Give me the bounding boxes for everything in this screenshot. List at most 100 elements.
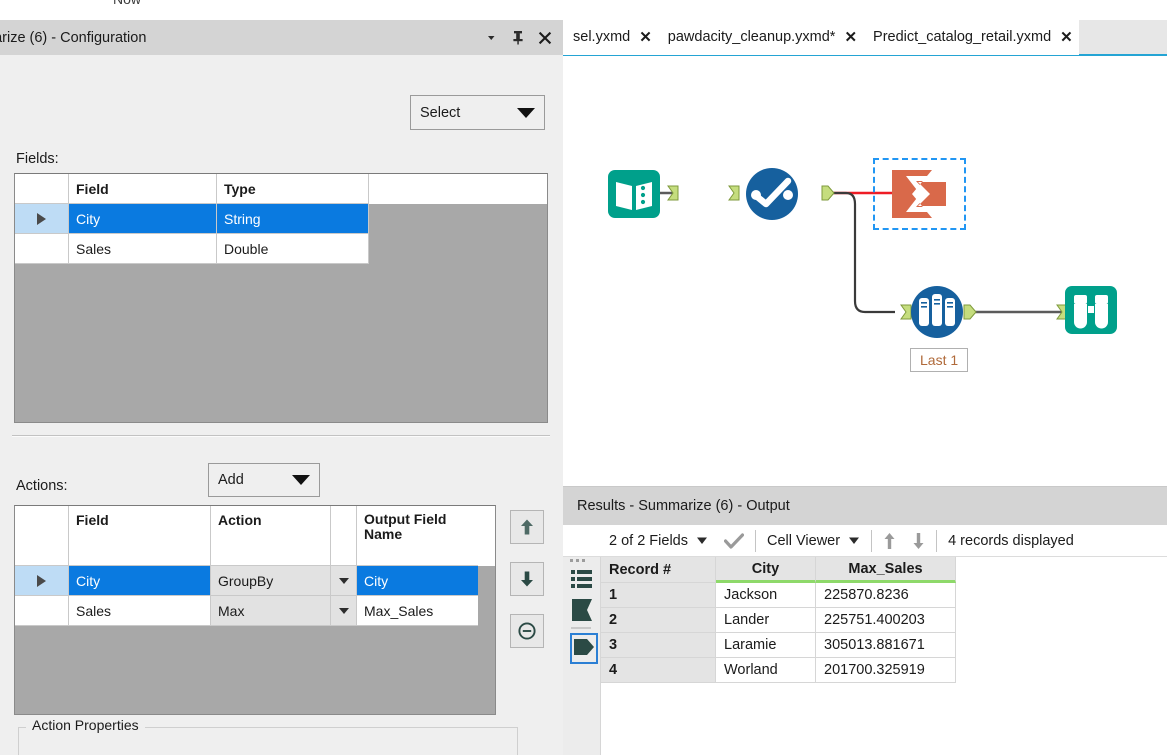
chevron-down-icon [338, 577, 349, 584]
configuration-panel: marize (6) - Configuration [0, 20, 563, 755]
fields-selector[interactable]: 2 of 2 Fields [601, 533, 716, 549]
actions-cell-output[interactable]: City [357, 566, 478, 596]
actions-cell-output[interactable]: Max_Sales [357, 596, 478, 626]
cell-record: 3 [601, 633, 716, 658]
results-col-max-sales[interactable]: Max_Sales [816, 557, 956, 583]
fields-col-type[interactable]: Type [217, 174, 369, 204]
tab-label: Predict_catalog_retail.yxmd [873, 29, 1052, 45]
row-selector-marker[interactable] [15, 566, 69, 596]
row-arrow-icon [37, 574, 46, 587]
fields-selector-label: 2 of 2 Fields [609, 532, 688, 549]
select-dropdown[interactable]: Select [410, 95, 545, 130]
results-col-city[interactable]: City [716, 557, 816, 583]
viewer-mode-selector[interactable]: Cell Viewer [759, 533, 868, 549]
drag-handle-dots [570, 559, 592, 564]
toolbar-separator [871, 529, 873, 552]
fields-grid[interactable]: Field Type City String Sales Double [14, 173, 548, 423]
toolbar-separator [755, 529, 756, 552]
actions-grid[interactable]: Field Action Output Field Name City Grou… [14, 505, 496, 715]
row-selector-marker[interactable] [15, 204, 69, 234]
chevron-down-icon [696, 533, 708, 549]
table-row[interactable]: 1 Jackson 225870.8236 [601, 583, 956, 608]
alteryx-designer-window: Now marize (6) - Configuration [0, 0, 1167, 755]
fields-cell-type[interactable]: Double [217, 234, 369, 264]
table-row[interactable]: 2 Lander 225751.400203 [601, 608, 956, 633]
move-down-button[interactable] [510, 562, 544, 596]
fields-label: Fields: [16, 151, 59, 167]
cell-max-sales: 225751.400203 [816, 608, 956, 633]
actions-col-output[interactable]: Output Field Name [357, 506, 478, 566]
connector-anchors [638, 185, 1068, 320]
results-gutter [563, 557, 601, 755]
add-dropdown-label: Add [218, 472, 244, 488]
dropdown-icon[interactable] [483, 30, 499, 46]
actions-cell-action[interactable]: Max [211, 596, 331, 626]
input-data-tool[interactable] [606, 168, 662, 223]
table-row[interactable]: 3 Laramie 305013.881671 [601, 633, 956, 658]
document-tab-bar: sel.yxmd ✕ pawdacity_cleanup.yxmd* ✕ Pre… [563, 19, 1167, 56]
cell-max-sales: 201700.325919 [816, 658, 956, 683]
browse-tool[interactable] [1063, 284, 1119, 339]
close-icon[interactable]: ✕ [1060, 28, 1073, 46]
fields-row[interactable]: Sales Double [15, 234, 547, 264]
close-icon[interactable] [537, 30, 553, 46]
chevron-down-icon [848, 533, 860, 549]
fields-cell-field[interactable]: City [69, 204, 217, 234]
action-combo-caret[interactable] [331, 596, 357, 626]
cell-city: Lander [716, 608, 816, 633]
actions-col-field[interactable]: Field [69, 506, 211, 566]
action-combo-caret[interactable] [331, 566, 357, 596]
tab-predict-catalog-retail-yxmd[interactable]: Predict_catalog_retail.yxmd ✕ [863, 19, 1079, 55]
fields-row[interactable]: City String [15, 204, 547, 234]
actions-col-action[interactable]: Action [211, 506, 331, 566]
chevron-down-icon [292, 475, 310, 485]
apply-fields-button[interactable] [716, 532, 752, 549]
actions-col-output-label: Output Field Name [364, 511, 447, 542]
metadata-flag-icon[interactable] [570, 597, 594, 626]
cell-record: 4 [601, 658, 716, 683]
table-row[interactable]: 4 Worland 201700.325919 [601, 658, 956, 683]
workflow-canvas[interactable]: Last 1 [563, 58, 1167, 486]
sample-tool[interactable] [908, 284, 966, 343]
actions-cell-action[interactable]: GroupBy [211, 566, 331, 596]
results-toolbar: 2 of 2 Fields Cell Viewer 4 records disp… [563, 525, 1167, 557]
actions-cell-field[interactable]: City [69, 566, 211, 596]
tab-label: sel.yxmd [573, 29, 631, 45]
chevron-down-icon [517, 107, 535, 118]
action-properties-legend: Action Properties [26, 717, 145, 733]
data-view-icon[interactable] [570, 567, 594, 594]
select-dropdown-label: Select [420, 104, 461, 121]
scroll-up-button[interactable] [875, 532, 904, 550]
remove-action-button[interactable] [510, 614, 544, 648]
scroll-down-button[interactable] [904, 532, 933, 550]
output-anchor-icon[interactable] [570, 633, 598, 664]
select-tool[interactable] [743, 166, 801, 225]
fields-cell-field[interactable]: Sales [69, 234, 217, 264]
row-selector-marker[interactable] [15, 596, 69, 626]
fields-cell-type[interactable]: String [217, 204, 369, 234]
tab-sel-yxmd[interactable]: sel.yxmd ✕ [563, 19, 658, 55]
close-icon[interactable]: ✕ [844, 28, 857, 46]
tab-pawdacity-cleanup-yxmd[interactable]: pawdacity_cleanup.yxmd* ✕ [657, 19, 864, 55]
add-dropdown[interactable]: Add [208, 463, 320, 497]
configuration-body: Select Fields: Field Type City String Sa… [0, 55, 563, 755]
actions-grid-header: Field Action Output Field Name [15, 506, 495, 566]
panel-splitter[interactable] [12, 435, 550, 437]
actions-cell-field[interactable]: Sales [69, 596, 211, 626]
close-icon[interactable]: ✕ [639, 28, 652, 46]
gutter-divider [571, 627, 591, 629]
summarize-tool[interactable] [888, 168, 950, 223]
row-selector-marker[interactable] [15, 234, 69, 264]
results-col-record[interactable]: Record # [601, 557, 716, 583]
actions-row[interactable]: City GroupBy City [15, 566, 495, 596]
results-table[interactable]: Record # City Max_Sales 1 Jackson 225870… [601, 557, 956, 683]
fields-col-field[interactable]: Field [69, 174, 217, 204]
move-up-button[interactable] [510, 510, 544, 544]
cell-city: Worland [716, 658, 816, 683]
actions-side-buttons [510, 510, 544, 666]
actions-row[interactable]: Sales Max Max_Sales [15, 596, 495, 626]
cell-city: Laramie [716, 633, 816, 658]
cell-record: 2 [601, 608, 716, 633]
pin-icon[interactable] [510, 30, 526, 46]
results-title: Results - Summarize (6) - Output [563, 487, 1167, 525]
